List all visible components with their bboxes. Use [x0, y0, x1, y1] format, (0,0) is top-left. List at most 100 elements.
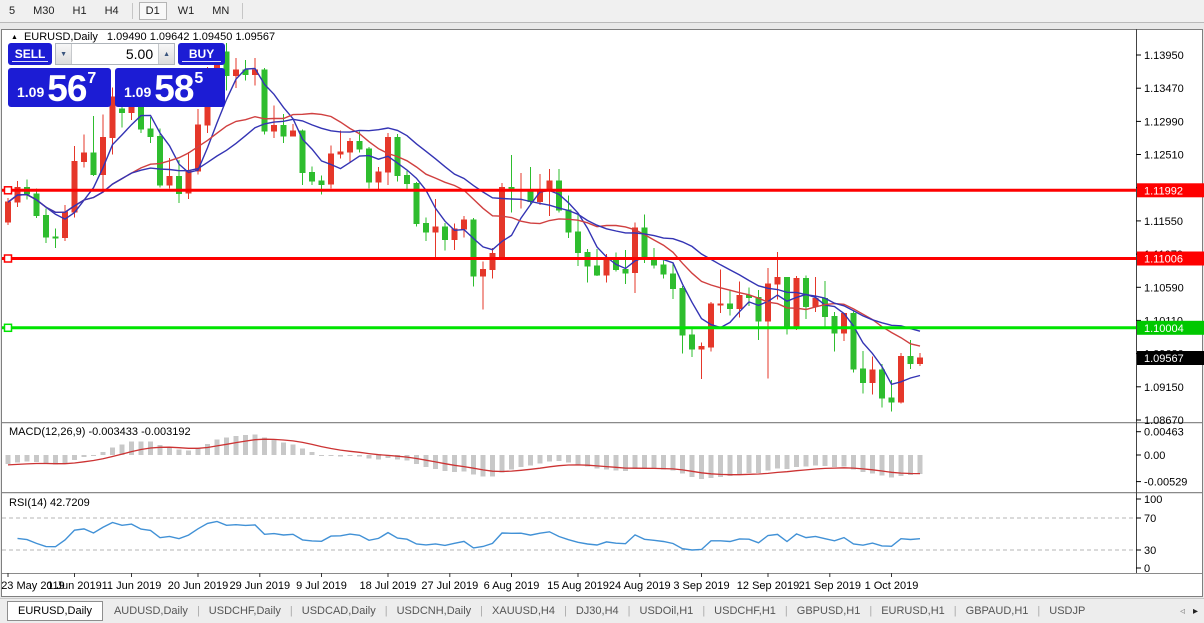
macd-indicator-label: MACD(12,26,9) -0.003433 -0.003192 — [9, 426, 191, 438]
volume-decrease-icon[interactable]: ▼ — [56, 44, 73, 64]
macd-bar — [366, 455, 372, 459]
volume-increase-icon[interactable]: ▲ — [158, 44, 175, 64]
macd-bar — [15, 455, 20, 463]
candle-body — [423, 223, 429, 233]
macd-bar — [414, 455, 419, 464]
candle-body — [299, 130, 306, 173]
chart-tab-USDCNH-Daily[interactable]: USDCNH,Daily — [389, 601, 480, 621]
date-tick-label: 24 Aug 2019 — [609, 580, 671, 592]
rsi-tick-label: 70 — [1144, 513, 1156, 525]
candle-body — [318, 180, 325, 185]
buy-price-tile[interactable]: 1.09 58 5 — [115, 68, 225, 107]
macd-bar — [224, 437, 229, 455]
macd-bar — [205, 444, 210, 455]
macd-bar — [243, 435, 248, 455]
date-tick-label: 21 Sep 2019 — [799, 580, 861, 592]
toolbar-separator — [131, 3, 133, 19]
macd-bar — [176, 449, 182, 455]
macd-bar — [689, 455, 695, 477]
macd-bar — [566, 455, 571, 463]
macd-bar — [632, 455, 638, 469]
macd-bar — [727, 455, 733, 476]
date-tick-label: 29 Jun 2019 — [230, 580, 291, 592]
date-tick-label: 6 Aug 2019 — [484, 580, 540, 592]
line-anchor-handle[interactable] — [3, 186, 13, 195]
macd-bar — [841, 455, 847, 467]
line-anchor-handle[interactable] — [3, 254, 13, 263]
macd-bar — [376, 455, 381, 460]
timeframe-button-W1[interactable]: W1 — [171, 2, 202, 20]
macd-bar — [784, 455, 790, 470]
collapse-panel-icon[interactable]: ▲ — [11, 34, 18, 41]
chart-tab-USDCAD-Daily[interactable]: USDCAD,Daily — [294, 601, 384, 621]
candle-body — [774, 277, 781, 285]
candle-body — [755, 297, 762, 322]
candle-body — [869, 369, 876, 384]
candle-body — [546, 180, 553, 191]
candle-body — [337, 151, 344, 155]
macd-bar — [651, 455, 657, 469]
macd-bar — [537, 455, 543, 464]
volume-stepper: ▼ ▲ — [55, 43, 176, 65]
volume-input[interactable] — [72, 44, 159, 64]
line-anchor-handle[interactable] — [3, 323, 13, 333]
candle-body — [328, 153, 334, 185]
candle-body — [898, 355, 904, 403]
macd-bar — [746, 455, 752, 473]
price-line-label-text: 1.10004 — [1144, 323, 1184, 335]
chart-tab-EURUSD-H1[interactable]: EURUSD,H1 — [873, 601, 953, 621]
macd-bar — [528, 455, 533, 466]
chart-tab-AUDUSD-Daily[interactable]: AUDUSD,Daily — [106, 601, 196, 621]
macd-bar — [262, 437, 267, 455]
chart-tab-DJ30-H4[interactable]: DJ30,H4 — [568, 601, 627, 621]
macd-tick-label: 0.00 — [1144, 450, 1165, 462]
macd-bar — [680, 455, 685, 474]
candle-body — [480, 268, 486, 277]
chart-ohlc-values: 1.09490 1.09642 1.09450 1.09567 — [106, 31, 276, 43]
date-tick-label: 9 Jul 2019 — [296, 580, 347, 592]
macd-bar — [214, 439, 220, 455]
candle-body — [432, 226, 439, 233]
timeframe-button-MN[interactable]: MN — [205, 2, 236, 20]
candle-body — [803, 277, 809, 308]
macd-bar — [756, 455, 761, 473]
price-tick-label: 1.10590 — [1144, 282, 1184, 294]
timeframe-button-H1[interactable]: H1 — [66, 2, 94, 20]
candle-body — [166, 176, 173, 186]
macd-bar — [309, 452, 315, 455]
chart-tab-USDCHF-H1[interactable]: USDCHF,H1 — [706, 601, 784, 621]
macd-bar — [509, 455, 514, 470]
chart-tab-XAUUSD-H4[interactable]: XAUUSD,H4 — [484, 601, 563, 621]
candle-body — [907, 355, 914, 364]
timeframe-button-D1[interactable]: D1 — [138, 2, 167, 20]
macd-bar — [281, 442, 286, 455]
price-tick-label: 1.09150 — [1144, 382, 1184, 394]
price-line-label-text: 1.11006 — [1144, 254, 1183, 266]
tab-scroll-right-icon[interactable]: ▸ — [1193, 606, 1198, 617]
timeframe-button-H4[interactable]: H4 — [98, 2, 126, 20]
price-tick-label: 1.13470 — [1144, 83, 1184, 95]
date-tick-label: 27 Jul 2019 — [421, 580, 478, 592]
candle-body — [736, 295, 743, 310]
chart-tab-USDCHF-Daily[interactable]: USDCHF,Daily — [201, 601, 289, 621]
macd-bar — [765, 455, 771, 471]
candle-body — [603, 259, 610, 276]
macd-bar — [718, 455, 723, 477]
chart-tab-USDOil-H1[interactable]: USDOil,H1 — [632, 601, 702, 621]
chart-tab-GBPAUD-H1[interactable]: GBPAUD,H1 — [958, 601, 1037, 621]
rsi-tick-label: 0 — [1144, 563, 1150, 575]
candle-body — [793, 277, 800, 327]
tab-scroll-left-icon[interactable]: ◃ — [1180, 606, 1185, 617]
chart-tab-EURUSD-Daily[interactable]: EURUSD,Daily — [7, 601, 103, 621]
buy-button[interactable]: BUY — [178, 43, 225, 65]
chart-tab-GBPUSD-H1[interactable]: GBPUSD,H1 — [789, 601, 869, 621]
chart-tab-USDJP[interactable]: USDJP — [1041, 601, 1093, 621]
candle-body — [698, 346, 705, 350]
timeframe-button-5[interactable]: 5 — [2, 2, 22, 20]
price-tick-label: 1.13950 — [1144, 50, 1184, 62]
toolbar-separator — [242, 3, 244, 19]
macd-bar — [271, 439, 277, 455]
sell-price-tile[interactable]: 1.09 56 7 — [8, 68, 111, 107]
sell-button[interactable]: SELL — [8, 43, 53, 65]
timeframe-button-M30[interactable]: M30 — [26, 2, 61, 20]
